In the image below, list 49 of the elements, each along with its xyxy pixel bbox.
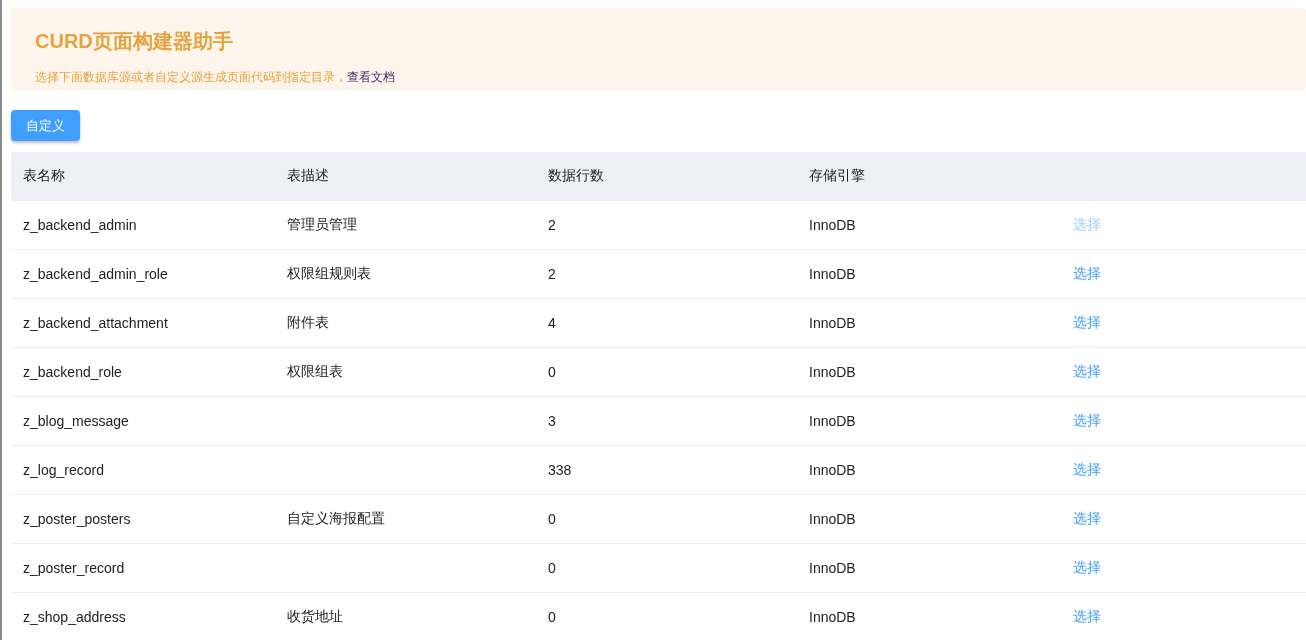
table-cell: 0 — [548, 511, 556, 527]
table-cell: InnoDB — [809, 462, 856, 478]
select-link[interactable]: 选择 — [1073, 363, 1101, 379]
column-header: 存储引擎 — [809, 167, 865, 183]
table-cell: 3 — [548, 413, 556, 429]
table-cell: 338 — [548, 462, 572, 478]
table-cell: 收货地址 — [287, 608, 343, 624]
table-cell: 0 — [548, 609, 556, 625]
table-cell: 0 — [548, 560, 556, 576]
select-link[interactable]: 选择 — [1073, 265, 1101, 281]
table-cell: 附件表 — [287, 314, 329, 330]
table-cell: 权限组表 — [287, 363, 343, 379]
select-link[interactable]: 选择 — [1073, 412, 1101, 428]
column-header: 表名称 — [23, 167, 65, 183]
table-cell: 0 — [548, 364, 556, 380]
table-cell: InnoDB — [809, 413, 856, 429]
table-cell: z_poster_posters — [23, 511, 131, 527]
table-cell: z_log_record — [23, 462, 104, 478]
docs-link[interactable]: 查看文档 — [347, 70, 395, 84]
table-cell: z_backend_attachment — [23, 315, 168, 331]
select-link[interactable]: 选择 — [1073, 608, 1101, 624]
custom-button[interactable]: 自定义 — [11, 110, 80, 141]
table-cell: InnoDB — [809, 511, 856, 527]
select-link[interactable]: 选择 — [1073, 461, 1101, 477]
table-cell: InnoDB — [809, 364, 856, 380]
table-cell: 2 — [548, 217, 556, 233]
select-link[interactable]: 选择 — [1073, 559, 1101, 575]
table-cell: z_poster_record — [23, 560, 125, 576]
column-header: 数据行数 — [548, 167, 604, 183]
table-cell: z_backend_role — [23, 364, 122, 380]
table-cell: 权限组规则表 — [287, 265, 371, 281]
table-cell: InnoDB — [809, 609, 856, 625]
select-link[interactable]: 选择 — [1073, 510, 1101, 526]
table-cell: InnoDB — [809, 217, 856, 233]
banner-description: 选择下面数据库源或者自定义源生成页面代码到指定目录， — [35, 70, 347, 84]
table-cell: 自定义海报配置 — [287, 510, 385, 526]
table-cell: z_shop_address — [23, 609, 126, 625]
table-cell: z_backend_admin — [23, 217, 137, 233]
table-cell: 管理员管理 — [287, 216, 357, 232]
column-header: 表描述 — [287, 167, 329, 183]
table-cell: z_backend_admin_role — [23, 266, 168, 282]
select-link[interactable]: 选择 — [1073, 314, 1101, 330]
table-cell: 4 — [548, 315, 556, 331]
table-cell: InnoDB — [809, 266, 856, 282]
table-cell: z_blog_message — [23, 413, 129, 429]
page-title: CURD页面构建器助手 — [35, 29, 234, 54]
table-cell: 2 — [548, 266, 556, 282]
table-cell: InnoDB — [809, 315, 856, 331]
table-cell: InnoDB — [809, 560, 856, 576]
